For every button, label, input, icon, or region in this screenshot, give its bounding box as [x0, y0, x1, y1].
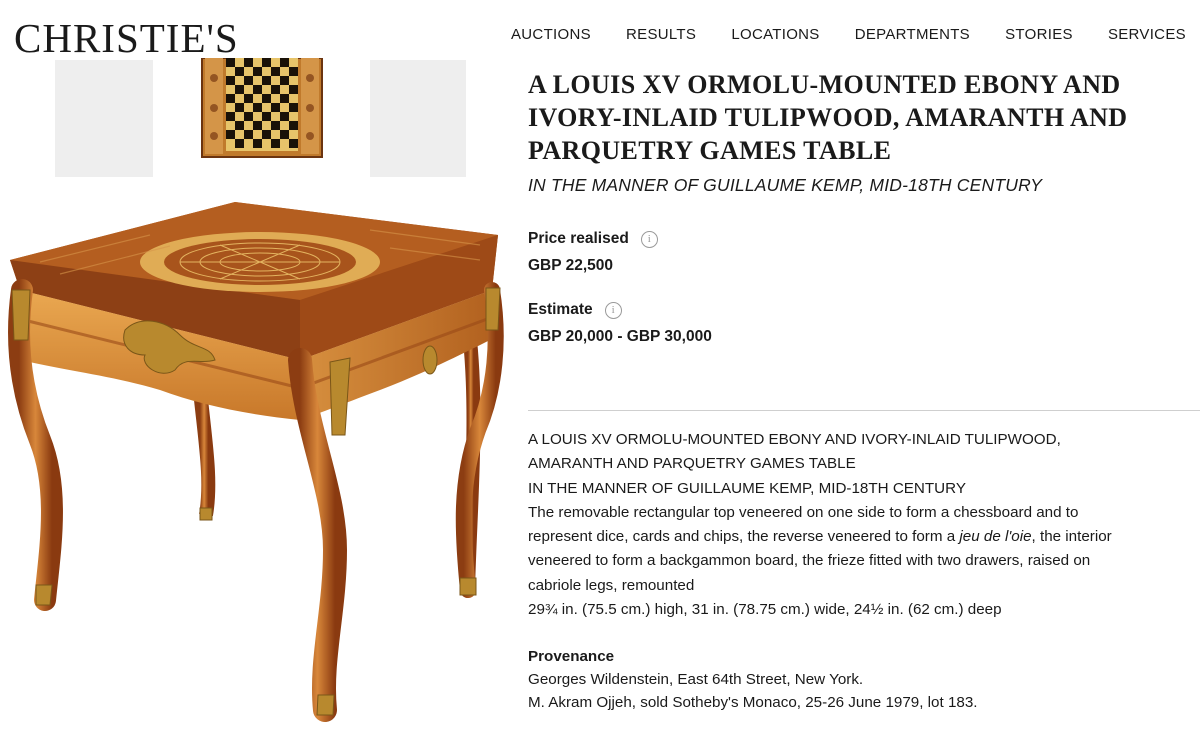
nav-locations[interactable]: LOCATIONS: [731, 26, 819, 43]
description-text: , the interior: [1031, 528, 1112, 546]
description-line: IN THE MANNER OF GUILLAUME KEMP, MID-18T…: [528, 479, 966, 497]
info-icon[interactable]: i: [604, 301, 622, 319]
price-realised-label: Price realised: [528, 230, 629, 247]
description-line: cabriole legs, remounted: [528, 576, 695, 594]
estimate-value: GBP 20,000 - GBP 30,000: [528, 328, 712, 345]
provenance-line: M. Akram Ojjeh, sold Sotheby's Monaco, 2…: [528, 694, 978, 711]
description-line: veneered to form a backgammon board, the…: [528, 552, 1091, 570]
price-realised-value: GBP 22,500: [528, 257, 614, 274]
main-nav: AUCTIONS RESULTS LOCATIONS DEPARTMENTS S…: [511, 26, 1186, 43]
provenance-label: Provenance: [528, 648, 615, 665]
description-dimensions: 29¾ in. (75.5 cm.) high, 31 in. (78.75 c…: [528, 601, 1002, 619]
description-text: represent dice, cards and chips, the rev…: [528, 528, 960, 546]
description-line: represent dice, cards and chips, the rev…: [528, 525, 1193, 549]
description-line: The removable rectangular top veneered o…: [528, 503, 1079, 521]
divider: [528, 410, 1200, 411]
provenance: Provenance Georges Wildenstein, East 64t…: [528, 645, 978, 714]
nav-services[interactable]: SERVICES: [1108, 26, 1186, 43]
description-line: AMARANTH AND PARQUETRY GAMES TABLE: [528, 455, 856, 473]
estimate-block: Estimate i GBP 20,000 - GBP 30,000: [528, 300, 712, 346]
thumbnail-3[interactable]: [370, 60, 466, 177]
provenance-line: Georges Wildenstein, East 64th Street, N…: [528, 671, 864, 688]
nav-auctions[interactable]: AUCTIONS: [511, 26, 591, 43]
nav-results[interactable]: RESULTS: [626, 26, 696, 43]
games-table-image: [8, 202, 504, 722]
thumbnail-1[interactable]: [55, 60, 153, 177]
price-realised-block: Price realised i GBP 22,500: [528, 229, 658, 275]
lot-subtitle: IN THE MANNER OF GUILLAUME KEMP, MID-18T…: [528, 175, 1043, 195]
nav-stories[interactable]: STORIES: [1005, 26, 1073, 43]
thumbnail-chessboard[interactable]: [201, 58, 323, 158]
description-line: A LOUIS XV ORMOLU-MOUNTED EBONY AND IVOR…: [528, 431, 1061, 448]
nav-departments[interactable]: DEPARTMENTS: [855, 26, 970, 43]
description-italic: jeu de l'oie: [959, 528, 1032, 546]
christies-logo[interactable]: CHRISTIE'S: [14, 14, 239, 62]
lot-title: A LOUIS XV ORMOLU-MOUNTED EBONY AND IVOR…: [528, 70, 1128, 165]
lot-description: A LOUIS XV ORMOLU-MOUNTED EBONY AND IVOR…: [528, 428, 1193, 622]
info-icon[interactable]: i: [640, 230, 658, 248]
estimate-label: Estimate: [528, 301, 593, 318]
